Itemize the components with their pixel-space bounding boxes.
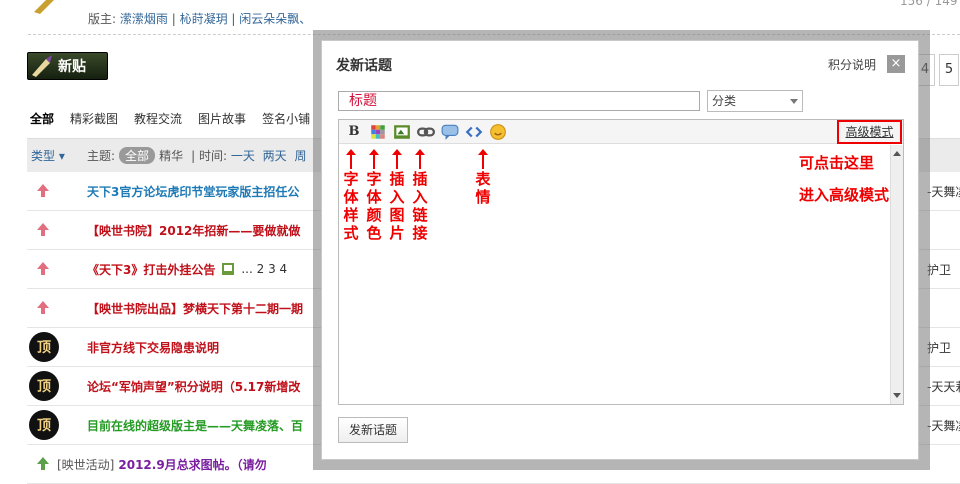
annotation-font-color: 字体颜色 xyxy=(366,170,382,242)
theme-label: 主题: xyxy=(87,149,116,163)
emoticon-icon[interactable] xyxy=(489,123,507,141)
annotation-click-here: 可点击这里 xyxy=(799,154,875,172)
filter-item[interactable]: 签名小铺 xyxy=(262,110,310,127)
annotation-insert-image: 插入图片 xyxy=(389,170,405,242)
time-option[interactable]: 两天 xyxy=(263,149,287,163)
theme-digest[interactable]: 精华 xyxy=(159,147,183,164)
type-filter[interactable]: 类型 ▾ xyxy=(31,147,87,164)
thread-prefix[interactable]: [映世活动] xyxy=(57,456,114,473)
pin-icon xyxy=(37,301,49,314)
link-icon[interactable] xyxy=(417,123,435,141)
thread-title[interactable]: 目前在线的超级版主是——天舞凌落、百 xyxy=(87,417,303,434)
scroll-up-icon[interactable] xyxy=(893,151,901,156)
annotation-arrow xyxy=(478,149,488,169)
theme-all-pill[interactable]: 全部 xyxy=(119,147,156,164)
close-button[interactable]: × xyxy=(887,55,905,73)
thread-title[interactable]: 天下3官方论坛虎印节堂玩家版主招任公 xyxy=(87,183,299,200)
code-icon[interactable] xyxy=(465,123,483,141)
last-poster[interactable]: 护卫 xyxy=(927,339,951,356)
filter-bar: 全部 精彩截图 教程交流 图片故事 签名小铺 xyxy=(30,110,310,127)
color-icon[interactable] xyxy=(369,123,387,141)
sticky-badge-icon: 顶 xyxy=(29,410,59,440)
filter-item[interactable]: 教程交流 xyxy=(134,110,182,127)
last-poster[interactable]: 护卫 xyxy=(927,261,951,278)
moderators-line: 版主: 潆潆烟雨 | 杺莳凝玥 | 闲云朵朵飘、 xyxy=(88,12,312,26)
pin-icon xyxy=(37,457,49,470)
points-help-link[interactable]: 积分说明 xyxy=(828,56,876,73)
moderator-link[interactable]: 杺莳凝玥 xyxy=(180,12,228,26)
bold-icon[interactable]: B xyxy=(345,123,363,141)
annotation-arrow xyxy=(369,149,379,169)
filter-item[interactable]: 图片故事 xyxy=(198,110,246,127)
category-value: 分类 xyxy=(712,94,737,108)
thread-title[interactable]: 论坛“军饷声望”积分说明（5.17新增改 xyxy=(87,378,300,395)
sticky-badge-icon: 顶 xyxy=(29,371,59,401)
annotation-arrow xyxy=(346,149,356,169)
top-counter: 156 / 149 xyxy=(900,0,958,8)
thread-page-links[interactable]: ... 2 3 4 xyxy=(241,262,287,276)
time-option[interactable]: 一天 xyxy=(231,149,255,163)
annotation-enter-advanced: 进入高级模式 xyxy=(799,186,890,204)
time-option[interactable]: 周 xyxy=(295,149,307,163)
quote-icon[interactable] xyxy=(441,123,459,141)
moderators-label: 版主: xyxy=(88,12,117,26)
new-topic-dialog: 发新话题 积分说明 × 标题 分类 B 高级模式 字体样式 字体颜色 插入图片 … xyxy=(321,40,919,460)
category-select[interactable]: 分类 xyxy=(707,90,803,112)
last-poster[interactable]: -天舞凌 xyxy=(927,417,960,434)
type-label: 类型 xyxy=(31,149,56,163)
moderator-link[interactable]: 潆潆烟雨 xyxy=(120,12,168,26)
advanced-mode-link[interactable]: 高级模式 xyxy=(837,120,902,144)
thread-title[interactable]: 《天下3》打击外挂公告 xyxy=(87,261,215,278)
thread-title[interactable]: 【映世书院】2012年招新——要做就做 xyxy=(87,222,300,239)
submit-new-topic-button[interactable]: 发新话题 xyxy=(338,417,408,443)
image-attachment-icon xyxy=(222,263,235,275)
post-editor: B 高级模式 字体样式 字体颜色 插入图片 插入链接 表情 可点击这里 进入高级… xyxy=(338,119,904,405)
annotation-emoticon: 表情 xyxy=(475,170,491,206)
pin-icon xyxy=(37,262,49,275)
pin-icon xyxy=(37,184,49,197)
last-poster[interactable]: -天天莉 xyxy=(927,378,960,395)
moderator-link[interactable]: 闲云朵朵飘、 xyxy=(239,12,311,26)
editor-toolbar: B xyxy=(339,120,903,144)
time-label: 时间: xyxy=(198,149,227,163)
chevron-down-icon xyxy=(790,99,798,104)
new-post-button[interactable]: 新贴 xyxy=(27,52,108,80)
title-input[interactable]: 标题 xyxy=(338,91,700,111)
annotation-arrow xyxy=(392,149,402,169)
filter-all[interactable]: 全部 xyxy=(30,110,54,127)
scrollbar[interactable] xyxy=(890,145,903,404)
image-icon[interactable] xyxy=(393,123,411,141)
new-post-label: 新贴 xyxy=(58,59,86,75)
logo-icon xyxy=(34,0,54,14)
last-poster[interactable]: -天舞凌 xyxy=(927,183,960,200)
pen-icon xyxy=(32,55,52,77)
thread-title[interactable]: 【映世书院出品】梦横天下第十二期一期 xyxy=(87,300,303,317)
thread-title[interactable]: 2012.9月总求图帖。（请勿 xyxy=(118,456,266,473)
page-link[interactable]: 5 xyxy=(939,54,959,86)
filter-item[interactable]: 精彩截图 xyxy=(70,110,118,127)
annotation-insert-link: 插入链接 xyxy=(412,170,428,242)
annotation-font-style: 字体样式 xyxy=(343,170,359,242)
scroll-down-icon[interactable] xyxy=(893,393,901,398)
thread-title[interactable]: 非官方线下交易隐患说明 xyxy=(87,339,219,356)
pin-icon xyxy=(37,223,49,236)
sticky-badge-icon: 顶 xyxy=(29,332,59,362)
annotation-arrow xyxy=(415,149,425,169)
dialog-title: 发新话题 xyxy=(336,58,392,74)
